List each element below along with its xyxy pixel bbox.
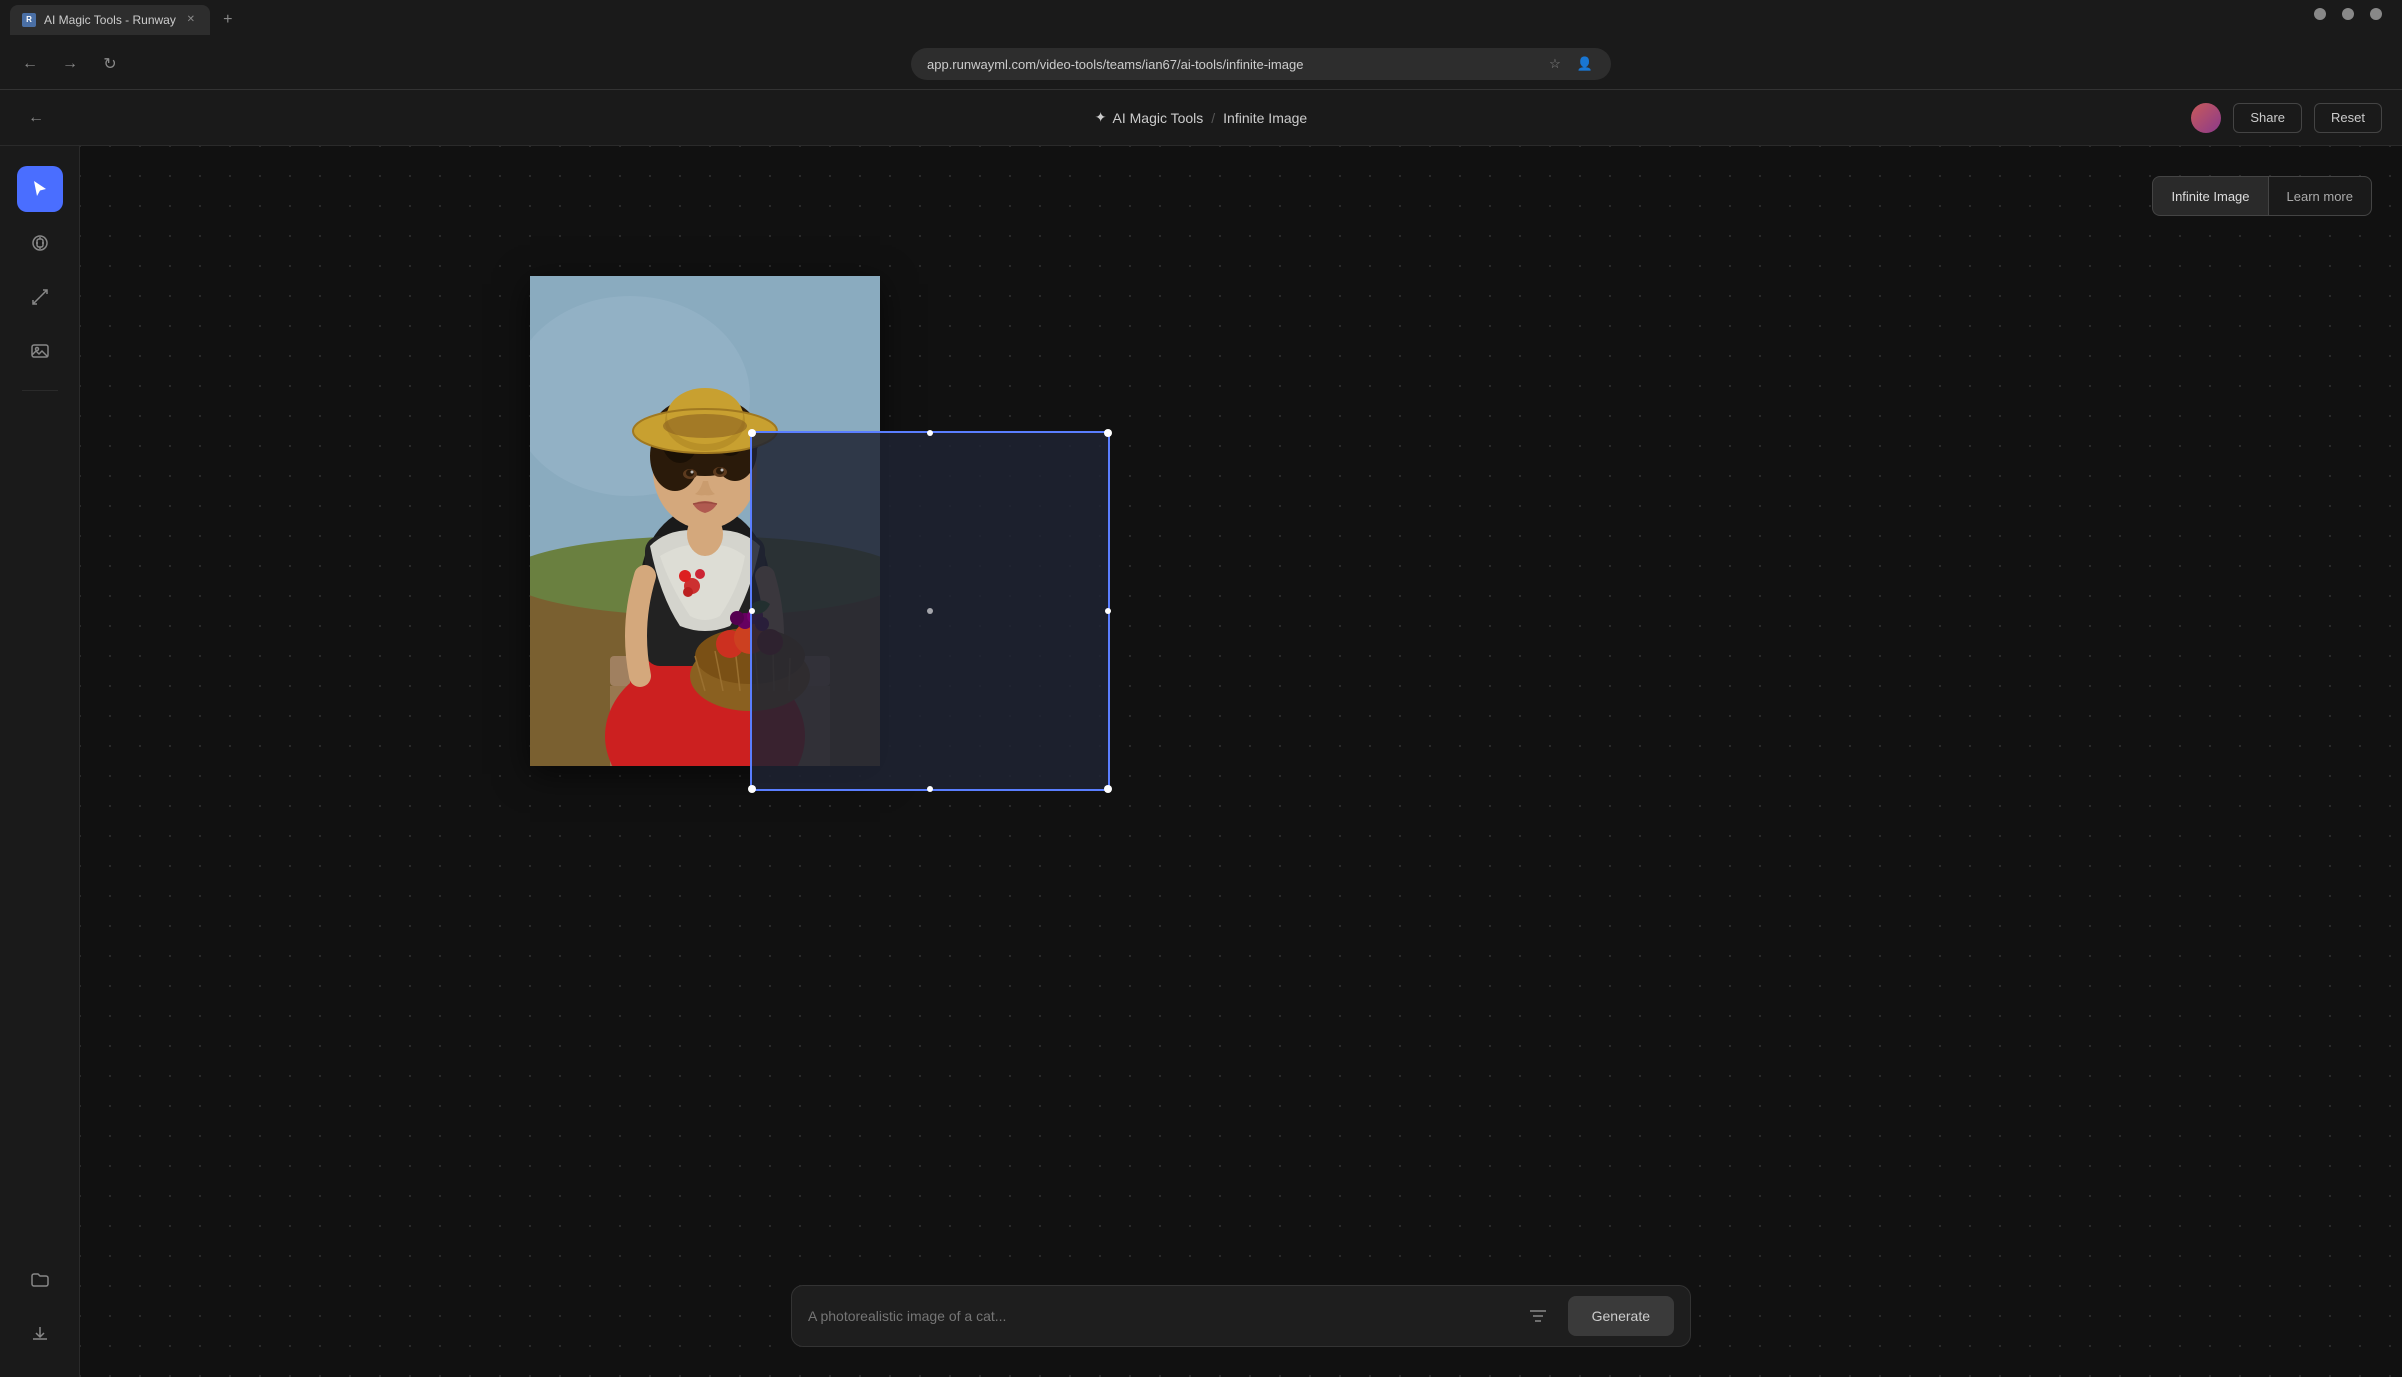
sidebar-tool-select[interactable] [17, 166, 63, 212]
browser-chrome: R AI Magic Tools - Runway ✕ + ← → ↻ app.… [0, 0, 2402, 90]
sidebar-tool-expand[interactable] [17, 274, 63, 320]
header-right-controls: Share Reset [2191, 103, 2382, 133]
close-button[interactable] [2370, 8, 2382, 20]
left-sidebar [0, 146, 80, 1377]
prompt-settings-button[interactable] [1520, 1298, 1556, 1334]
info-panel: Infinite Image Learn more [2152, 176, 2372, 216]
profile-icon[interactable]: 👤 [1575, 54, 1595, 74]
address-bar[interactable]: app.runwayml.com/video-tools/teams/ian67… [911, 48, 1611, 80]
dot-grid-background [80, 146, 2402, 1377]
sidebar-divider [22, 390, 58, 391]
sidebar-tool-folder[interactable] [17, 1257, 63, 1303]
selection-handle-top-mid[interactable] [927, 430, 933, 436]
selection-handle-top-left[interactable] [748, 429, 756, 437]
app-container: ← ✦ AI Magic Tools / Infinite Image Shar… [0, 90, 2402, 1377]
user-avatar[interactable] [2191, 103, 2221, 133]
share-button[interactable]: Share [2233, 103, 2302, 133]
reset-button[interactable]: Reset [2314, 103, 2382, 133]
tab-bar: R AI Magic Tools - Runway ✕ + [0, 0, 2402, 40]
generate-button[interactable]: Generate [1568, 1296, 1674, 1336]
learn-more-button[interactable]: Learn more [2268, 176, 2372, 216]
app-header: ← ✦ AI Magic Tools / Infinite Image Shar… [0, 90, 2402, 146]
bookmark-icon[interactable]: ☆ [1545, 54, 1565, 74]
sidebar-tool-image[interactable] [17, 328, 63, 374]
sidebar-bottom-tools [17, 1257, 63, 1357]
prompt-bar: Generate [791, 1285, 1691, 1347]
header-breadcrumb: ✦ AI Magic Tools / Infinite Image [1095, 109, 1307, 126]
page-title: Infinite Image [1223, 110, 1307, 126]
selection-handle-left-mid[interactable] [749, 608, 755, 614]
minimize-button[interactable] [2314, 8, 2326, 20]
url-text: app.runwayml.com/video-tools/teams/ian67… [927, 57, 1303, 72]
tab-favicon: R [22, 13, 36, 27]
breadcrumb-separator: / [1211, 110, 1215, 126]
canvas-area[interactable]: Infinite Image Learn more [80, 146, 2402, 1377]
prompt-input[interactable] [808, 1308, 1508, 1324]
selection-handle-bottom-mid[interactable] [927, 786, 933, 792]
sidebar-tool-pan[interactable] [17, 220, 63, 266]
magic-tools-link[interactable]: ✦ AI Magic Tools [1095, 109, 1204, 126]
reload-button[interactable]: ↻ [96, 50, 124, 78]
new-tab-button[interactable]: + [214, 6, 242, 34]
tab-close-button[interactable]: ✕ [184, 13, 198, 27]
header-back-button[interactable]: ← [20, 102, 52, 134]
back-nav-button[interactable]: ← [16, 50, 44, 78]
sidebar-tool-download[interactable] [17, 1311, 63, 1357]
tab-title: AI Magic Tools - Runway [44, 13, 176, 27]
magic-wand-icon: ✦ [1095, 109, 1107, 126]
window-controls [2314, 8, 2382, 20]
breadcrumb-tool-name: AI Magic Tools [1113, 110, 1204, 126]
selection-handle-top-right[interactable] [1104, 429, 1112, 437]
address-bar-icons: ☆ 👤 [1545, 54, 1595, 74]
selection-handle-right-mid[interactable] [1105, 608, 1111, 614]
info-panel-active-tool: Infinite Image [2152, 176, 2267, 216]
maximize-button[interactable] [2342, 8, 2354, 20]
selection-box[interactable] [750, 431, 1110, 791]
browser-tab-active[interactable]: R AI Magic Tools - Runway ✕ [10, 5, 210, 35]
forward-nav-button[interactable]: → [56, 50, 84, 78]
selection-handle-bottom-right[interactable] [1104, 785, 1112, 793]
main-content: Infinite Image Learn more [0, 146, 2402, 1377]
selection-center-dot [927, 608, 933, 614]
address-bar-row: ← → ↻ app.runwayml.com/video-tools/teams… [0, 40, 2402, 89]
selection-handle-bottom-left[interactable] [748, 785, 756, 793]
